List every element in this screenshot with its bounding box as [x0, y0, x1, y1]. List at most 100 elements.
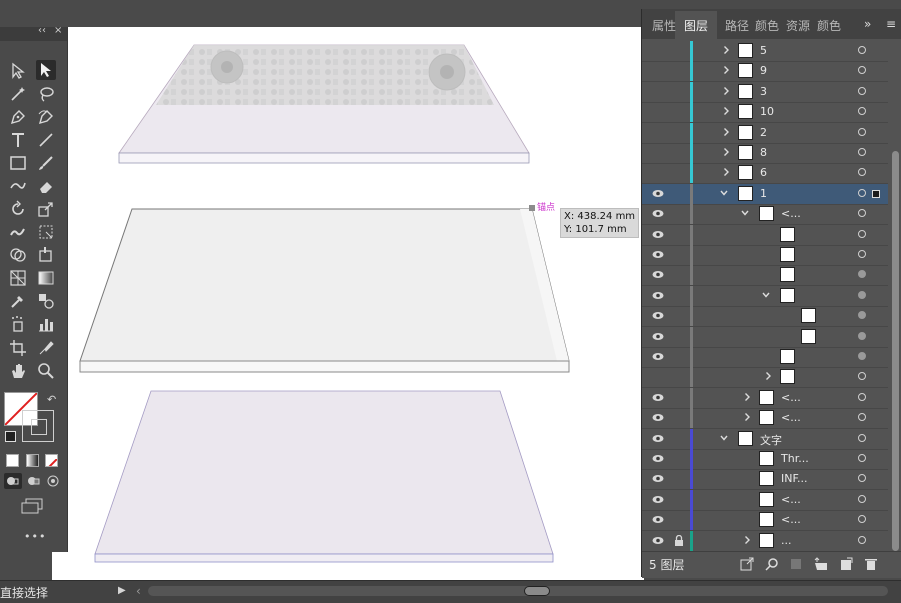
target-circle-icon[interactable] [858, 392, 866, 401]
column-graph-tool-icon[interactable] [36, 314, 56, 334]
scroll-left-arrow[interactable]: ‹ [136, 584, 141, 598]
chevron-right-icon[interactable] [743, 412, 751, 422]
layer-row[interactable]: 9 [642, 61, 888, 83]
export-icon[interactable] [740, 557, 754, 571]
pen-tool-icon[interactable] [8, 107, 28, 127]
locate-object-icon[interactable] [765, 557, 779, 571]
tab-pathfinder[interactable]: 路径 [725, 17, 749, 34]
layer-row[interactable]: <... [642, 510, 888, 532]
eraser-tool-icon[interactable] [36, 176, 56, 196]
target-circle-icon[interactable] [858, 127, 866, 136]
warp-tool-icon[interactable] [8, 222, 28, 242]
layer-name[interactable]: INF... [781, 472, 808, 485]
lasso-tool-icon[interactable] [36, 84, 56, 104]
layer-row[interactable] [642, 306, 888, 328]
color-mode-icon[interactable] [6, 454, 19, 467]
target-circle-icon[interactable] [858, 86, 866, 95]
selection-tool-icon[interactable] [8, 61, 28, 81]
gradient-tool-icon[interactable] [36, 268, 56, 288]
layers-scroll-thumb[interactable] [892, 151, 899, 551]
layer-row[interactable]: <... [642, 489, 888, 511]
free-transform-tool-icon[interactable] [36, 222, 56, 242]
target-circle-icon[interactable] [858, 454, 866, 462]
layer-name[interactable]: 10 [760, 105, 774, 118]
chevron-right-icon[interactable] [722, 65, 730, 75]
chevron-right-icon[interactable] [722, 127, 730, 137]
tab-color[interactable]: 颜色 [755, 17, 779, 34]
layer-row[interactable]: 2 [642, 122, 888, 144]
layer-name[interactable]: <... [781, 411, 801, 424]
target-circle-icon[interactable] [858, 494, 866, 503]
panel-menu-button[interactable]: ≡ [886, 17, 896, 31]
close-panel-button[interactable]: × [54, 25, 62, 36]
status-menu-arrow[interactable]: ▶ [118, 585, 126, 596]
visibility-eye-icon[interactable] [652, 474, 664, 483]
layer-row[interactable] [642, 245, 888, 266]
visibility-eye-icon[interactable] [652, 270, 664, 279]
zoom-tool-icon[interactable] [36, 361, 56, 381]
more-tools-button[interactable]: ••• [24, 530, 46, 543]
layer-name[interactable]: 9 [760, 64, 767, 77]
visibility-eye-icon[interactable] [652, 536, 664, 545]
layer-row[interactable]: 文字 [642, 428, 888, 450]
layer-name[interactable]: <... [781, 391, 801, 404]
draw-inside-icon[interactable] [45, 473, 63, 489]
chevron-right-icon[interactable] [743, 392, 751, 402]
visibility-eye-icon[interactable] [652, 515, 664, 524]
chevron-down-icon[interactable] [762, 290, 770, 300]
hand-tool-icon[interactable] [8, 361, 28, 381]
visibility-eye-icon[interactable] [652, 495, 664, 504]
target-circle-icon[interactable] [858, 290, 866, 299]
blend-tool-icon[interactable] [36, 291, 56, 311]
layer-name[interactable]: <... [781, 493, 801, 506]
target-circle-icon[interactable] [858, 352, 866, 360]
symbol-sprayer-tool-icon[interactable] [8, 314, 28, 334]
target-circle-icon[interactable] [858, 148, 866, 156]
layer-row[interactable]: 10 [642, 102, 888, 124]
rectangle-tool-icon[interactable] [8, 153, 28, 173]
visibility-eye-icon[interactable] [652, 352, 664, 361]
target-circle-icon[interactable] [858, 413, 866, 422]
layer-row[interactable]: 6 [642, 163, 888, 185]
layer-row[interactable]: Thr... [642, 449, 888, 470]
artboard-canvas[interactable] [52, 27, 644, 581]
layer-row[interactable]: <... [642, 408, 888, 430]
clipping-mask-icon[interactable] [789, 557, 803, 571]
shape-builder-tool-icon[interactable] [8, 245, 28, 265]
chevron-down-icon[interactable] [720, 188, 728, 198]
layer-row[interactable] [642, 347, 888, 368]
layer-name[interactable]: <... [781, 207, 801, 220]
horizontal-scroll-thumb[interactable] [524, 586, 550, 596]
layer-row[interactable]: 1 [642, 183, 888, 205]
layer-name[interactable]: <... [781, 513, 801, 526]
rotate-tool-icon[interactable] [8, 199, 28, 219]
target-circle-icon[interactable] [858, 46, 866, 54]
none-mode-icon[interactable] [45, 454, 58, 467]
visibility-eye-icon[interactable] [652, 250, 664, 259]
layer-row[interactable]: INF... [642, 469, 888, 491]
default-fill-stroke-icon[interactable] [5, 431, 16, 442]
collapse-panel-button[interactable]: ‹‹ [38, 25, 46, 36]
shaper-tool-icon[interactable] [8, 176, 28, 196]
chevron-down-icon[interactable] [741, 208, 749, 218]
layer-name[interactable]: 8 [760, 146, 767, 159]
expand-tabs-button[interactable]: » [864, 17, 871, 31]
artboard-tool-icon[interactable] [8, 338, 28, 358]
delete-layer-icon[interactable] [864, 557, 878, 571]
target-circle-icon[interactable] [858, 270, 866, 279]
target-circle-icon[interactable] [858, 188, 866, 197]
target-circle-icon[interactable] [858, 372, 866, 381]
layer-row[interactable] [642, 285, 888, 307]
layer-row[interactable] [642, 326, 888, 348]
target-circle-icon[interactable] [858, 474, 866, 483]
target-circle-icon[interactable] [858, 209, 866, 218]
visibility-eye-icon[interactable] [652, 291, 664, 300]
line-tool-icon[interactable] [36, 130, 56, 150]
target-circle-icon[interactable] [858, 229, 866, 238]
new-layer-icon[interactable] [839, 557, 853, 571]
layer-row[interactable]: 5 [642, 41, 888, 62]
layers-scrollbar[interactable] [890, 41, 900, 551]
layer-name[interactable]: 2 [760, 126, 767, 139]
layer-row[interactable]: <... [642, 204, 888, 226]
gradient-mode-icon[interactable] [26, 454, 39, 467]
